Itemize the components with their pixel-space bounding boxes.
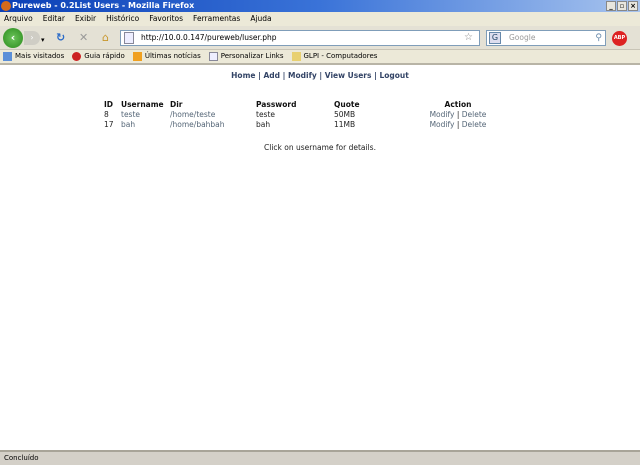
table-row: 17 bah /home/bahbah bah 11MB Modify | De…	[104, 119, 487, 129]
search-box[interactable]: G Google ⚲	[486, 30, 606, 46]
history-dropdown-icon[interactable]: ▾	[41, 33, 45, 47]
reload-icon[interactable]: ↻	[56, 31, 65, 45]
home-icon[interactable]: ⌂	[102, 31, 109, 45]
username-link[interactable]: teste	[121, 110, 140, 119]
back-button[interactable]: ‹	[3, 28, 23, 48]
nav-modify[interactable]: Modify	[288, 71, 317, 80]
status-bar: Concluído	[0, 450, 640, 465]
help-note: Click on username for details.	[264, 143, 376, 152]
nav-view-users[interactable]: View Users	[325, 71, 372, 80]
dir-link[interactable]: /home/bahbah	[170, 120, 225, 129]
adblock-icon[interactable]: ABP	[612, 31, 627, 46]
menu-historico[interactable]: Histórico	[106, 12, 139, 26]
title-bar: Pureweb - 0.2List Users - Mozilla Firefo…	[0, 0, 640, 12]
table-row: 8 teste /home/teste teste 50MB Modify | …	[104, 109, 487, 119]
nav-add[interactable]: Add	[264, 71, 281, 80]
bookmark-ultimas-noticias[interactable]: Últimas notícias	[132, 50, 201, 63]
bookmark-glpi[interactable]: GLPI - Computadores	[291, 50, 377, 63]
menu-ferramentas[interactable]: Ferramentas	[193, 12, 240, 26]
maximize-button[interactable]: ▫	[617, 1, 627, 11]
url-bar[interactable]: http://10.0.0.147/pureweb/luser.php ☆	[120, 30, 480, 46]
bookmark-personalizar-links[interactable]: Personalizar Links	[208, 50, 284, 63]
bookmark-icon	[291, 52, 301, 61]
dir-link[interactable]: /home/teste	[170, 110, 215, 119]
delete-link[interactable]: Delete	[462, 120, 487, 129]
page-icon	[124, 32, 134, 44]
menu-arquivo[interactable]: Arquivo	[4, 12, 33, 26]
rss-icon	[132, 52, 142, 61]
nav-home[interactable]: Home	[231, 71, 255, 80]
bookmark-guia-rapido[interactable]: Guia rápido	[72, 50, 125, 63]
close-button[interactable]: ×	[628, 1, 638, 11]
url-text: http://10.0.0.147/pureweb/luser.php	[141, 33, 277, 42]
menu-bar: Arquivo Editar Exibir Histórico Favorito…	[0, 12, 640, 26]
search-icon[interactable]: ⚲	[595, 31, 602, 45]
search-placeholder: Google	[509, 33, 536, 42]
bookmark-mais-visitados[interactable]: Mais visitados	[3, 50, 64, 63]
minimize-button[interactable]: _	[606, 1, 616, 11]
bookmarks-bar: Mais visitados Guia rápido Últimas notíc…	[0, 50, 640, 65]
username-link[interactable]: bah	[121, 120, 135, 129]
window-title: Pureweb - 0.2List Users - Mozilla Firefo…	[12, 1, 195, 10]
modify-link[interactable]: Modify	[430, 110, 455, 119]
bookmark-icon	[3, 52, 12, 61]
forward-button[interactable]: ›	[24, 31, 40, 45]
site-nav: Home | Add | Modify | View Users | Logou…	[231, 71, 409, 80]
stop-icon[interactable]: ✕	[79, 31, 88, 45]
bookmark-star-icon[interactable]: ☆	[464, 31, 473, 45]
page-content: Home | Add | Modify | View Users | Logou…	[0, 67, 640, 450]
delete-link[interactable]: Delete	[462, 110, 487, 119]
table-header: ID Username Dir Password Quote Action	[104, 99, 472, 109]
navigation-toolbar: ‹ › ▾ ↻ ✕ ⌂ http://10.0.0.147/pureweb/lu…	[0, 26, 640, 50]
menu-ajuda[interactable]: Ajuda	[250, 12, 271, 26]
modify-link[interactable]: Modify	[430, 120, 455, 129]
page-icon	[208, 52, 218, 61]
menu-exibir[interactable]: Exibir	[75, 12, 96, 26]
menu-editar[interactable]: Editar	[43, 12, 65, 26]
firefox-icon	[1, 1, 11, 11]
menu-favoritos[interactable]: Favoritos	[149, 12, 183, 26]
bookmark-icon	[72, 52, 82, 61]
users-table: ID Username Dir Password Quote Action 8 …	[102, 99, 510, 129]
nav-logout[interactable]: Logout	[379, 71, 408, 80]
google-engine-icon[interactable]: G	[489, 32, 501, 44]
